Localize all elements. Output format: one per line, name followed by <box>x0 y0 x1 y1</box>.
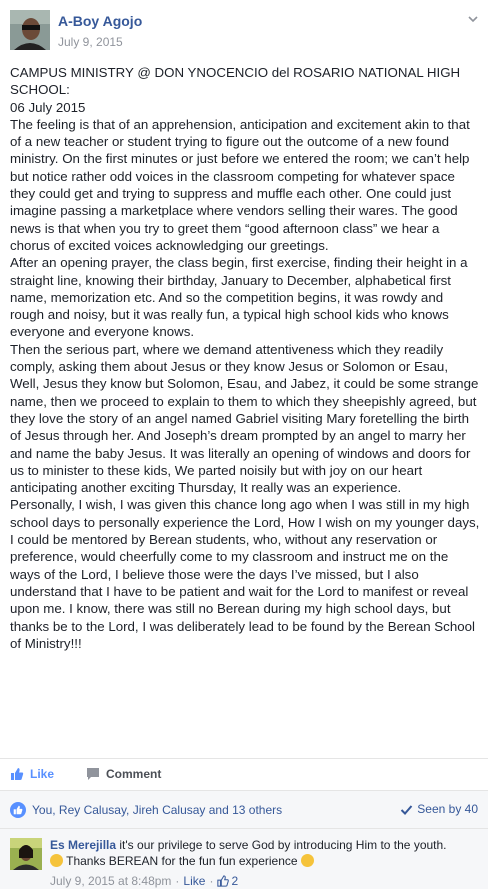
reactions-bar: You, Rey Calusay, Jireh Calusay and 13 o… <box>0 790 488 828</box>
post-paragraph: Personally, I wish, I was given this cha… <box>10 497 480 651</box>
post-actions: Like Comment <box>0 758 488 790</box>
post-paragraph: After an opening prayer, the class begin… <box>10 255 468 340</box>
comment-label: Comment <box>106 767 162 781</box>
comment-like-link[interactable]: Like <box>183 874 205 888</box>
commenter-name[interactable]: Es Merejilla <box>50 838 116 852</box>
thumbs-up-icon <box>217 875 230 887</box>
post-paragraph: 06 July 2015 <box>10 99 86 115</box>
chevron-down-icon[interactable] <box>466 12 480 26</box>
post-author[interactable]: A-Boy Agojo <box>58 13 142 29</box>
seen-by[interactable]: Seen by 40 <box>400 802 478 816</box>
post-card: A-Boy Agojo July 9, 2015 CAMPUS MINISTRY… <box>0 0 488 889</box>
post-paragraph: Then the serious part, where we demand a… <box>10 341 479 496</box>
comment-text-1: it's our privilege to serve God by intro… <box>119 838 447 852</box>
comment-meta: July 9, 2015 at 8:48pm · Like · 2 <box>50 874 238 888</box>
meta-separator: · <box>175 874 180 888</box>
likers-summary[interactable]: You, Rey Calusay, Jireh Calusay and 13 o… <box>10 802 282 818</box>
seen-text: Seen by 40 <box>417 802 478 816</box>
comment-icon <box>87 768 99 780</box>
smiley-emoji-icon <box>50 854 63 867</box>
checkmark-icon <box>401 804 413 815</box>
post-header: A-Boy Agojo July 9, 2015 <box>10 10 480 54</box>
comment-button[interactable]: Comment <box>86 767 161 781</box>
meta-separator: · <box>209 874 214 888</box>
thumbs-up-icon <box>11 768 24 780</box>
post-paragraph: CAMPUS MINISTRY @ DON YNOCENCIO del ROSA… <box>10 65 461 98</box>
comments-section: Es Merejilla it's our privilege to serve… <box>0 828 488 889</box>
like-button[interactable]: Like <box>10 767 54 781</box>
comment-like-count[interactable]: 2 <box>231 874 238 888</box>
like-label: Like <box>30 767 55 781</box>
grin-emoji-icon <box>300 854 314 867</box>
comment-text-2: Thanks BEREAN for the fun fun experience <box>66 854 298 868</box>
comment-body: Es Merejilla it's our privilege to serve… <box>50 837 480 869</box>
commenter-avatar[interactable] <box>10 838 42 870</box>
author-avatar[interactable] <box>10 10 50 50</box>
comment-date[interactable]: July 9, 2015 at 8:48pm <box>50 874 171 888</box>
likers-text: You, Rey Calusay, Jireh Calusay and 13 o… <box>32 803 283 817</box>
post-body: CAMPUS MINISTRY @ DON YNOCENCIO del ROSA… <box>10 64 480 652</box>
post-date[interactable]: July 9, 2015 <box>58 35 123 49</box>
like-bubble-icon <box>10 802 26 818</box>
post-paragraph: The feeling is that of an apprehension, … <box>10 116 470 253</box>
